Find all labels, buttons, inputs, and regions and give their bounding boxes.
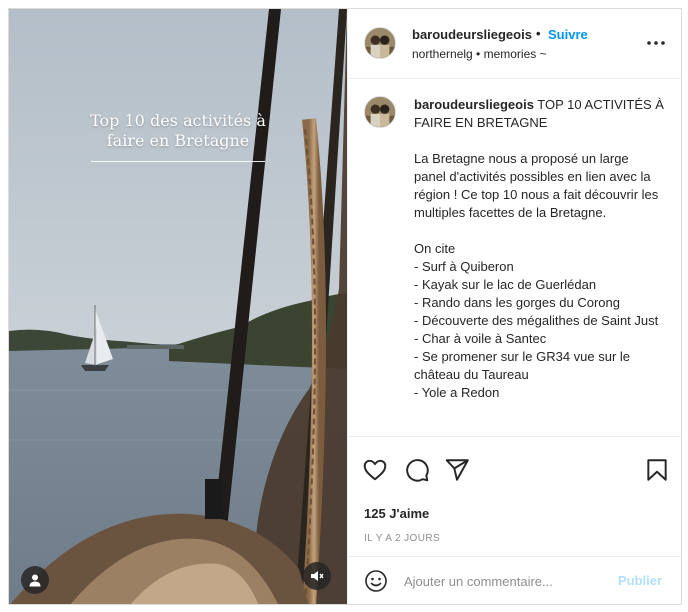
post-dialog: Top 10 des activités à faire en Bretagne [8, 8, 682, 605]
emoji-icon [365, 570, 387, 592]
caption-text: baroudeursliegeois TOP 10 ACTIVITÉS À FA… [414, 96, 664, 402]
volume-muted-icon [311, 571, 324, 581]
share-icon [445, 459, 469, 481]
more-options-button[interactable] [644, 33, 668, 53]
avatar-image [365, 28, 395, 58]
avatar-image [365, 97, 395, 127]
publish-button[interactable]: Publier [618, 573, 662, 588]
like-count[interactable]: 125 J'aime [364, 506, 429, 521]
user-icon [29, 574, 41, 587]
caption-body: TOP 10 ACTIVITÉS À FAIRE EN BRETAGNE La … [414, 97, 664, 400]
save-button[interactable] [644, 457, 670, 483]
post-header: baroudeursliegeois • Suivre northernelg … [348, 9, 681, 79]
heart-icon [363, 459, 387, 481]
caption-section[interactable]: baroudeursliegeois TOP 10 ACTIVITÉS À FA… [348, 80, 681, 436]
caption-author-avatar[interactable] [364, 96, 396, 128]
post-side-panel: baroudeursliegeois • Suivre northernelg … [347, 9, 681, 604]
bookmark-icon [647, 459, 667, 481]
like-button[interactable] [362, 457, 388, 483]
follow-button[interactable]: Suivre [548, 27, 588, 42]
caption-username[interactable]: baroudeursliegeois [414, 97, 534, 112]
header-separator: • [536, 26, 541, 41]
video-overlay-title: Top 10 des activités à faire en Bretagne [90, 111, 266, 150]
mute-button[interactable] [303, 562, 331, 590]
post-timestamp[interactable]: IL Y A 2 JOURS [364, 533, 440, 544]
more-horizontal-icon [647, 41, 665, 45]
emoji-button[interactable] [364, 569, 388, 593]
comment-input[interactable] [404, 571, 604, 591]
tagged-users-button[interactable] [21, 566, 49, 594]
author-username[interactable]: baroudeursliegeois [412, 27, 532, 42]
video-overlay-underline [91, 161, 265, 162]
audio-subtitle[interactable]: northernelg • memories ~ [412, 47, 547, 61]
video-frame-image [9, 9, 347, 604]
share-button[interactable] [444, 457, 470, 483]
author-avatar[interactable] [364, 27, 396, 59]
post-video[interactable]: Top 10 des activités à faire en Bretagne [9, 9, 347, 604]
add-comment-bar: Publier [348, 556, 681, 604]
comment-icon [406, 459, 429, 482]
comment-button[interactable] [404, 457, 430, 483]
